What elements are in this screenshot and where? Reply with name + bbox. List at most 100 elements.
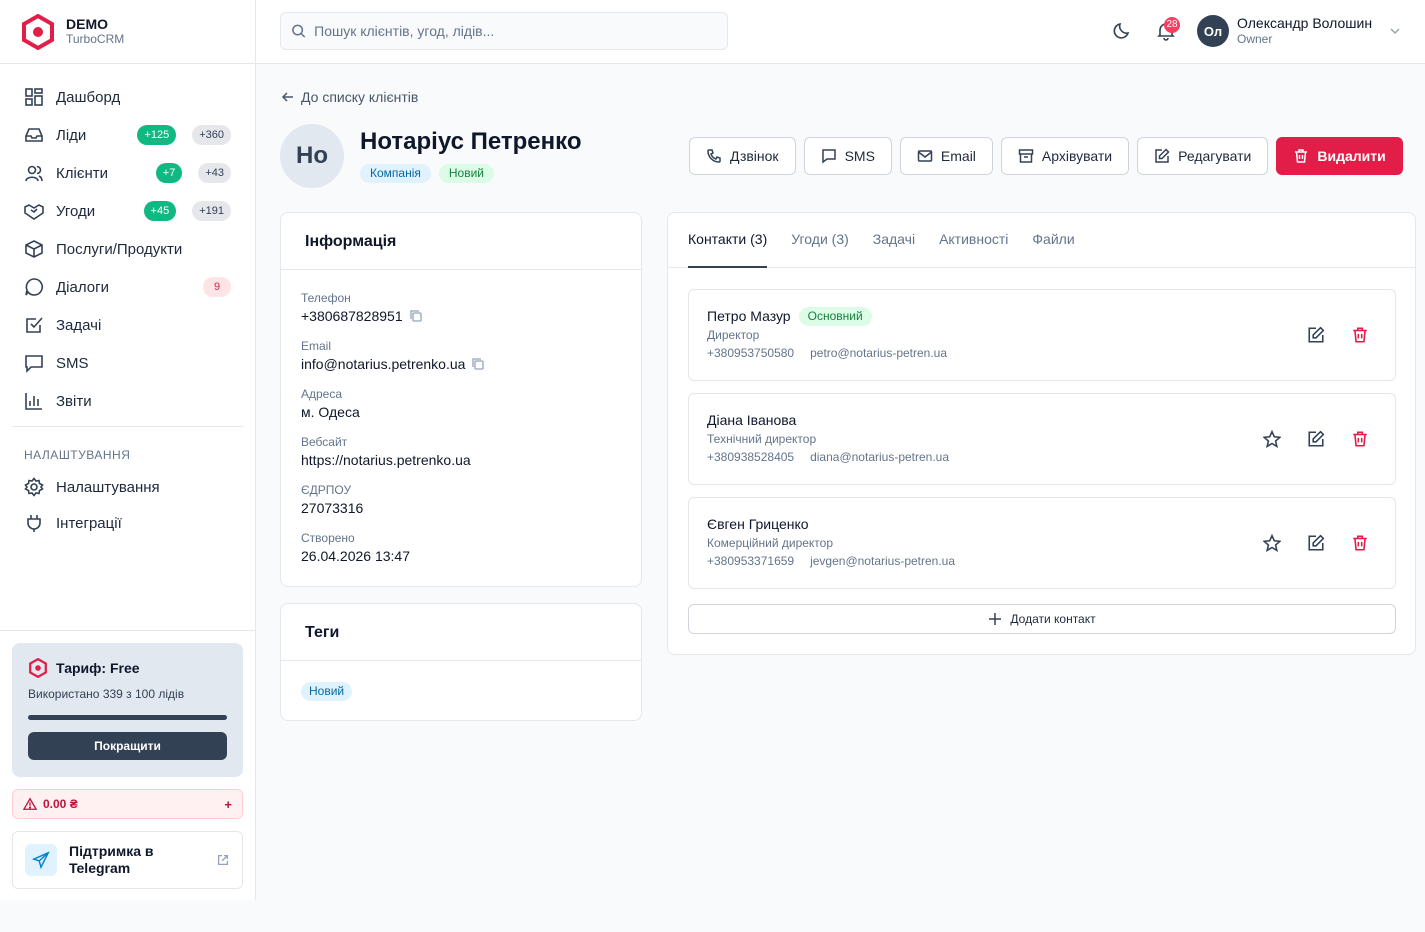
tab-bar: Контакти (3) Угоди (3) Задачі Активності…: [668, 213, 1415, 268]
contact-item: Петро Мазур Основний Директор +380953750…: [688, 289, 1396, 381]
phone-field: Телефон +380687828951: [301, 290, 621, 338]
field-label: Вебсайт: [301, 435, 348, 449]
new-count-badge: +45: [143, 201, 177, 221]
tab-contacts[interactable]: Контакти (3): [688, 213, 768, 268]
brand[interactable]: DEMO TurboCRM: [0, 0, 255, 64]
unread-badge: 9: [203, 277, 231, 297]
phone-value[interactable]: +380687828951: [301, 306, 403, 326]
nav-label: Дашборд: [56, 88, 121, 106]
warning-icon: [23, 797, 37, 810]
star-icon[interactable]: [1263, 430, 1281, 448]
tag-chip: Новий: [301, 682, 353, 701]
nav-item-reports[interactable]: Звіти: [12, 382, 243, 420]
search-input[interactable]: [314, 23, 717, 39]
search-icon: [292, 24, 306, 38]
archive-button[interactable]: Архівувати: [1000, 137, 1130, 175]
trash-icon[interactable]: [1351, 430, 1369, 448]
chevron-down-icon: [1390, 28, 1400, 35]
notification-count: 28: [1164, 17, 1180, 33]
top-up-button[interactable]: +: [224, 797, 232, 812]
delete-button[interactable]: Видалити: [1276, 137, 1403, 175]
theme-toggle-moon-icon[interactable]: [1112, 21, 1132, 41]
email-value[interactable]: info@notarius.petrenko.ua: [301, 354, 465, 374]
trash-icon[interactable]: [1351, 326, 1369, 344]
arrow-left-icon: [281, 92, 293, 102]
primary-contact-badge: Основний: [798, 306, 872, 326]
nav-item-tasks[interactable]: Задачі: [12, 306, 243, 344]
nav-item-dialogs[interactable]: Діалоги 9: [12, 268, 243, 306]
copy-icon[interactable]: [471, 357, 485, 371]
address-value: м. Одеса: [301, 404, 360, 420]
nav-label: Послуги/Продукти: [56, 240, 183, 258]
status-badge: Новий: [438, 164, 495, 183]
contact-phone[interactable]: +380953371659: [707, 554, 794, 568]
search-bar[interactable]: [280, 12, 728, 50]
contact-phone[interactable]: +380953750580: [707, 346, 794, 360]
client-actions: Дзвінок SMS Email Архівувати Редагувати …: [689, 137, 1403, 175]
nav-item-deals[interactable]: Угоди +45 +191: [12, 192, 243, 230]
plan-usage: Використано 339 з 100 лідів: [28, 687, 185, 701]
tab-tasks[interactable]: Задачі: [873, 213, 915, 268]
user-menu[interactable]: Ол Олександр Волошин Owner: [1197, 15, 1402, 47]
contact-email[interactable]: jevgen@notarius-petren.ua: [810, 554, 955, 568]
created-value: 26.04.2026 13:47: [301, 548, 410, 564]
tab-files[interactable]: Файли: [1032, 213, 1074, 268]
contact-email[interactable]: diana@notarius-petren.ua: [810, 450, 949, 464]
tab-deals[interactable]: Угоди (3): [791, 213, 849, 268]
nav-item-sms[interactable]: SMS: [12, 344, 243, 382]
star-icon[interactable]: [1263, 534, 1281, 552]
telegram-icon: [25, 844, 57, 876]
nav-item-dashboard[interactable]: Дашборд: [12, 78, 243, 116]
edit-icon[interactable]: [1307, 534, 1325, 552]
nav-item-products[interactable]: Послуги/Продукти: [12, 230, 243, 268]
info-card-title: Інформація: [281, 213, 641, 270]
plan-card: Тариф: Free Використано 339 з 100 лідів …: [12, 643, 243, 777]
balance-bar[interactable]: 0.00 ₴ +: [12, 789, 243, 819]
website-link[interactable]: https://notarius.petrenko.ua: [301, 450, 621, 470]
contact-phone[interactable]: +380938528405: [707, 450, 794, 464]
tags-card: Теги Новий: [280, 603, 642, 721]
nav-item-integrations[interactable]: Інтеграції: [12, 505, 243, 541]
gear-icon: [24, 477, 44, 497]
nav-item-clients[interactable]: Клієнти +7 +43: [12, 154, 243, 192]
contact-email[interactable]: petro@notarius-petren.ua: [810, 346, 947, 360]
message-icon: [821, 149, 836, 164]
sms-button[interactable]: SMS: [803, 137, 892, 175]
field-label: Створено: [301, 531, 355, 545]
edit-icon[interactable]: [1307, 326, 1325, 344]
user-name: Олександр Волошин: [1237, 15, 1373, 31]
edit-icon[interactable]: [1307, 430, 1325, 448]
avatar: Ол: [1197, 15, 1229, 47]
nav-item-leads[interactable]: Ліди +125 +360: [12, 116, 243, 154]
add-contact-button[interactable]: Додати контакт: [688, 604, 1396, 634]
support-label: Підтримка в Telegram: [69, 843, 154, 876]
archive-icon: [1018, 149, 1034, 163]
call-button[interactable]: Дзвінок: [689, 137, 796, 175]
reports-icon: [25, 393, 42, 410]
nav-label: Ліди: [56, 126, 87, 144]
email-button[interactable]: Email: [899, 137, 993, 175]
settings-section-title: НАЛАШТУВАННЯ: [24, 448, 131, 462]
contact-item: Євген Гриценко Комерційний директор +380…: [688, 497, 1396, 589]
brand-title: DEMO: [66, 16, 108, 32]
copy-icon[interactable]: [409, 309, 423, 323]
telegram-support-link[interactable]: Підтримка в Telegram: [12, 831, 243, 889]
plan-usage-bar: [28, 715, 227, 720]
edit-button-label: Редагувати: [1178, 148, 1252, 164]
handshake-icon: [24, 204, 44, 220]
info-card: Інформація Телефон +380687828951 Email i…: [280, 212, 642, 587]
back-to-clients-link[interactable]: До списку клієнтів: [281, 89, 418, 105]
trash-icon[interactable]: [1351, 534, 1369, 552]
edrpou-field: ЄДРПОУ 27073316: [301, 482, 621, 530]
tab-activities[interactable]: Активності: [939, 213, 1008, 268]
contacts-card: Контакти (3) Угоди (3) Задачі Активності…: [667, 212, 1416, 655]
inbox-icon: [25, 128, 43, 142]
nav-label: Діалоги: [56, 278, 109, 296]
edit-button[interactable]: Редагувати: [1137, 137, 1269, 175]
total-count-badge: +43: [198, 163, 231, 183]
add-contact-label: Додати контакт: [1010, 612, 1096, 626]
balance-value: 0.00 ₴: [43, 797, 78, 811]
field-label: Адреса: [301, 387, 343, 401]
upgrade-button[interactable]: Покращити: [28, 732, 227, 760]
nav-item-settings[interactable]: Налаштування: [12, 469, 243, 505]
